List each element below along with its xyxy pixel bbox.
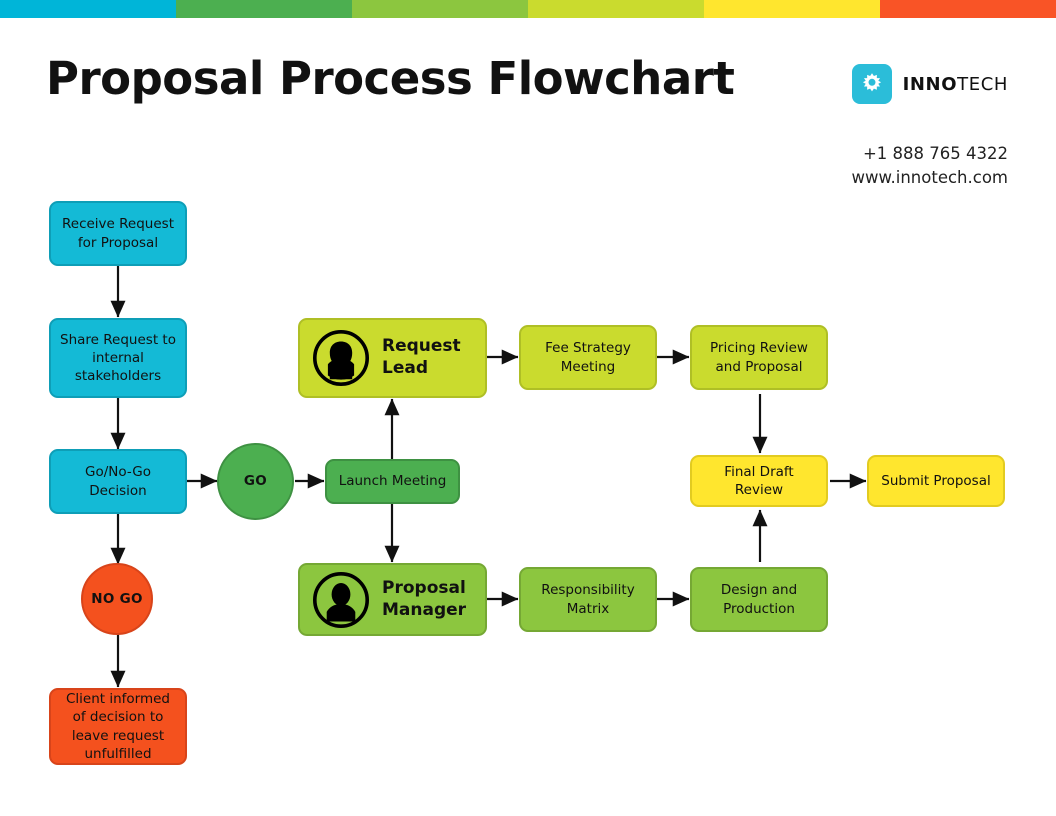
node-share-request-label: Share Request to internal stakeholders [60, 331, 176, 385]
node-pricing-review-label: Pricing Review and Proposal [710, 340, 808, 375]
user-female-avatar-icon [312, 329, 370, 387]
node-final-draft-review-label: Final Draft Review [724, 463, 794, 498]
node-go-label: GO [243, 473, 268, 490]
node-proposal-manager-label: Proposal Manager [382, 577, 467, 620]
node-no-go[interactable]: NO GO [81, 563, 153, 635]
node-client-informed-label: Client informed of decision to leave req… [65, 691, 171, 762]
node-responsibility-matrix-label: Responsibility Matrix [541, 582, 635, 617]
node-responsibility-matrix[interactable]: Responsibility Matrix [519, 567, 657, 632]
node-client-informed[interactable]: Client informed of decision to leave req… [49, 688, 187, 765]
node-share-request[interactable]: Share Request to internal stakeholders [49, 318, 187, 398]
node-go-no-go-decision[interactable]: Go/No-Go Decision [49, 449, 187, 514]
node-launch-meeting-label: Launch Meeting [338, 473, 447, 490]
node-design-and-production-label: Design and Production [720, 582, 798, 617]
node-request-lead[interactable]: Request Lead [298, 318, 487, 398]
user-male-avatar-icon [312, 571, 370, 628]
node-go[interactable]: GO [217, 443, 294, 520]
node-fee-strategy-meeting-label: Fee Strategy Meeting [545, 340, 631, 375]
node-go-no-go-decision-label: Go/No-Go Decision [85, 464, 151, 499]
node-request-lead-label: Request Lead [382, 336, 461, 378]
node-proposal-manager[interactable]: Proposal Manager [298, 563, 487, 636]
node-submit-proposal-label: Submit Proposal [881, 472, 991, 489]
node-receive-request-label: Receive Request for Proposal [62, 216, 174, 251]
node-final-draft-review[interactable]: Final Draft Review [690, 455, 828, 507]
node-no-go-label: NO GO [91, 590, 143, 607]
flowchart-canvas: Receive Request for Proposal Share Reque… [0, 0, 1056, 816]
node-design-and-production[interactable]: Design and Production [690, 567, 828, 632]
node-pricing-review[interactable]: Pricing Review and Proposal [690, 325, 828, 390]
node-receive-request[interactable]: Receive Request for Proposal [49, 201, 187, 266]
node-fee-strategy-meeting[interactable]: Fee Strategy Meeting [519, 325, 657, 390]
node-submit-proposal[interactable]: Submit Proposal [867, 455, 1005, 507]
node-launch-meeting[interactable]: Launch Meeting [325, 459, 460, 504]
